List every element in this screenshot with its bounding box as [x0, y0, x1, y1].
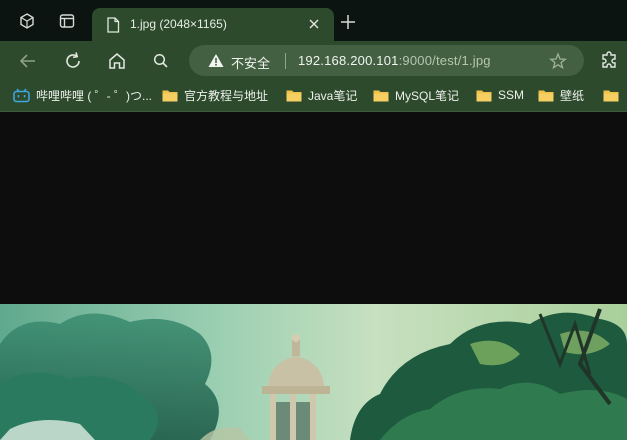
url-path: :9000/test/1.jpg — [398, 53, 491, 68]
tab-title: 1.jpg (2048×1165) — [130, 17, 227, 31]
bookmark-label: 官方教程与地址 — [184, 88, 269, 103]
url-host: 192.168.200.101 — [298, 53, 399, 68]
bookmark-folder-java[interactable]: Java笔记 — [286, 85, 357, 105]
new-tab-icon[interactable] — [338, 12, 358, 32]
bookmark-label: 壁纸 — [560, 88, 585, 103]
folder-icon — [162, 90, 178, 101]
workspaces-icon[interactable] — [18, 12, 36, 30]
tab-strip: 1.jpg (2048×1165) — [0, 0, 627, 41]
extensions-icon[interactable] — [600, 50, 620, 70]
back-arrow-icon[interactable] — [17, 50, 39, 72]
folder-icon — [476, 90, 492, 101]
bookmark-folder-tutorials[interactable]: 官方教程与地址 — [162, 85, 268, 105]
tab-active[interactable]: 1.jpg (2048×1165) — [92, 8, 334, 41]
bookmark-label: SSM — [498, 88, 525, 102]
security-status[interactable]: 不安全 — [231, 53, 270, 72]
landscape-painting — [0, 304, 627, 440]
refresh-icon[interactable] — [62, 50, 84, 72]
warning-icon[interactable] — [208, 53, 224, 68]
address-bar[interactable]: 不安全 192.168.200.101:9000/test/1.jpg — [189, 45, 584, 76]
toolbar: 不安全 192.168.200.101:9000/test/1.jpg — [0, 41, 627, 80]
image-viewport — [0, 112, 627, 440]
bookmark-label: MySQL笔记 — [395, 88, 460, 103]
page-icon — [107, 17, 120, 33]
bookmark-folder-ssm[interactable]: SSM — [476, 85, 524, 105]
bookmark-folder-wallpaper[interactable]: 壁纸 — [538, 85, 584, 105]
folder-icon — [373, 90, 389, 101]
bookmarks-bar: 哔哩哔哩 ( ゜- ゜)つ... 官方教程与地址 Java笔记 MySQL笔记 … — [0, 80, 627, 112]
url-text[interactable]: 192.168.200.101:9000/test/1.jpg — [298, 53, 491, 68]
bookmark-folder-mysql[interactable]: MySQL笔记 — [373, 85, 459, 105]
folder-icon — [538, 90, 554, 101]
bookmark-label: Java笔记 — [308, 88, 358, 103]
folder-icon — [603, 90, 619, 101]
address-divider — [285, 53, 286, 69]
home-icon[interactable] — [106, 50, 128, 72]
bookmark-folder-more[interactable] — [603, 85, 619, 105]
close-icon[interactable] — [306, 16, 322, 32]
tab-actions-icon[interactable] — [58, 12, 76, 30]
bookmark-bilibili[interactable]: 哔哩哔哩 ( ゜- ゜)つ... — [13, 85, 152, 105]
bilibili-icon — [13, 88, 30, 102]
search-icon[interactable] — [150, 50, 172, 72]
displayed-image[interactable] — [0, 304, 627, 440]
bookmark-label: 哔哩哔哩 ( ゜- ゜)つ... — [36, 88, 152, 103]
star-icon[interactable] — [549, 52, 567, 70]
folder-icon — [286, 90, 302, 101]
